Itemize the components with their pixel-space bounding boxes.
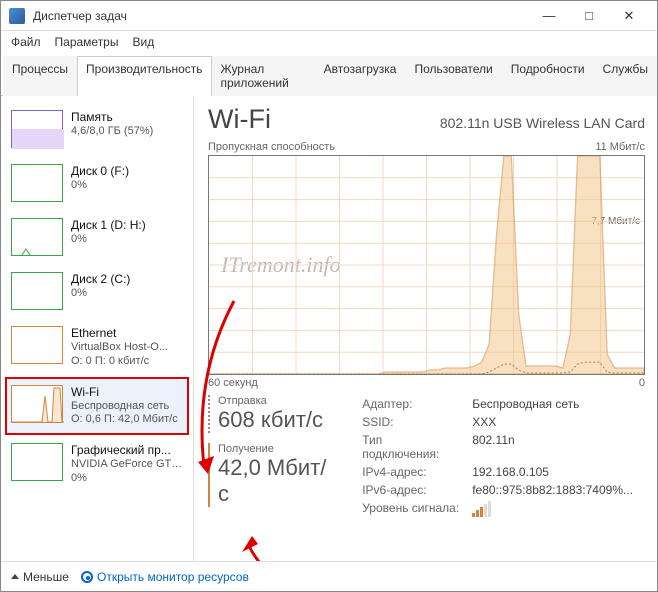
- chevron-up-icon: [11, 574, 19, 579]
- adapter-name: 802.11n USB Wireless LAN Card: [440, 115, 645, 131]
- content-area: Память 4,6/8,0 ГБ (57%) Диск 0 (F:) 0% Д…: [1, 96, 657, 570]
- menu-bar: Файл Параметры Вид: [1, 31, 657, 55]
- tab-processes[interactable]: Процессы: [3, 56, 77, 96]
- disk0-thumb-icon: [11, 164, 63, 202]
- tab-strip: Процессы Производительность Журнал прило…: [1, 55, 657, 96]
- tab-performance[interactable]: Производительность: [77, 56, 211, 96]
- fewer-details-label: Меньше: [23, 570, 69, 584]
- ipv6-k: IPv6-адрес:: [362, 483, 470, 499]
- window-title: Диспетчер задач: [33, 9, 529, 23]
- menu-options[interactable]: Параметры: [55, 35, 119, 49]
- disk1-thumb-icon: [11, 218, 63, 256]
- disk2-thumb-icon: [11, 272, 63, 310]
- maximize-button[interactable]: □: [569, 1, 609, 31]
- ethernet-thumb-icon: [11, 326, 63, 364]
- sidebar-item-disk1[interactable]: Диск 1 (D: H:) 0%: [5, 210, 189, 264]
- send-label: Отправка: [218, 395, 336, 407]
- tab-details[interactable]: Подробности: [502, 56, 594, 96]
- connection-details-table: Адаптер:Беспроводная сеть SSID:XXX Тип п…: [360, 395, 645, 524]
- page-title: Wi-Fi: [208, 104, 271, 135]
- footer-bar: Меньше Открыть монитор ресурсов: [1, 561, 657, 591]
- sidebar-item-wifi[interactable]: Wi-Fi Беспроводная сеть О: 0,6 П: 42,0 М…: [5, 377, 189, 436]
- open-resource-monitor-label: Открыть монитор ресурсов: [97, 570, 249, 584]
- main-panel: Wi-Fi 802.11n USB Wireless LAN Card Проп…: [194, 96, 657, 570]
- close-button[interactable]: ✕: [609, 1, 649, 31]
- fewer-details-button[interactable]: Меньше: [11, 570, 69, 584]
- ipv4-k: IPv4-адрес:: [362, 465, 470, 481]
- chart-title-label: Пропускная способность: [208, 141, 335, 153]
- title-bar: Диспетчер задач — □ ✕: [1, 1, 657, 31]
- ssid-k: SSID:: [362, 415, 470, 431]
- recv-label: Получение: [218, 443, 336, 455]
- app-icon: [9, 8, 25, 24]
- throughput-chart: 7,7 Мбит/с ITremont.info: [208, 155, 645, 375]
- menu-view[interactable]: Вид: [132, 35, 154, 49]
- minimize-button[interactable]: —: [529, 1, 569, 31]
- memory-thumb-icon: [11, 110, 63, 148]
- gpu-thumb-icon: [11, 443, 63, 481]
- resource-monitor-icon: [81, 571, 93, 583]
- tab-services[interactable]: Службы: [594, 56, 657, 96]
- send-value: 608 кбит/с: [218, 407, 336, 433]
- ipv4-v: 192.168.0.105: [472, 465, 643, 481]
- tab-users[interactable]: Пользователи: [405, 56, 501, 96]
- stats-area: Отправка 608 кбит/с Получение 42,0 Мбит/…: [208, 395, 645, 524]
- chart-max-label: 11 Мбит/с: [595, 141, 645, 153]
- tab-app-history[interactable]: Журнал приложений: [212, 56, 315, 96]
- tab-startup[interactable]: Автозагрузка: [315, 56, 406, 96]
- performance-sidebar[interactable]: Память 4,6/8,0 ГБ (57%) Диск 0 (F:) 0% Д…: [1, 96, 194, 570]
- conn-k: Тип подключения:: [362, 433, 470, 463]
- chart-x-left: 60 секунд: [208, 377, 258, 389]
- adapter-k: Адаптер:: [362, 397, 470, 413]
- chart-x-right: 0: [639, 377, 645, 389]
- open-resource-monitor-link[interactable]: Открыть монитор ресурсов: [81, 570, 249, 584]
- signal-k: Уровень сигнала:: [362, 501, 470, 522]
- ssid-v: XXX: [472, 415, 643, 431]
- sidebar-item-memory[interactable]: Память 4,6/8,0 ГБ (57%): [5, 102, 189, 156]
- wifi-thumb-icon: [11, 385, 63, 423]
- recv-value: 42,0 Мбит/с: [218, 455, 336, 507]
- signal-bars-icon: [472, 501, 491, 517]
- conn-v: 802.11n: [472, 433, 643, 463]
- adapter-v: Беспроводная сеть: [472, 397, 643, 413]
- ipv6-v: fe80::975:8b82:1883:7409%...: [472, 483, 643, 499]
- menu-file[interactable]: Файл: [11, 35, 41, 49]
